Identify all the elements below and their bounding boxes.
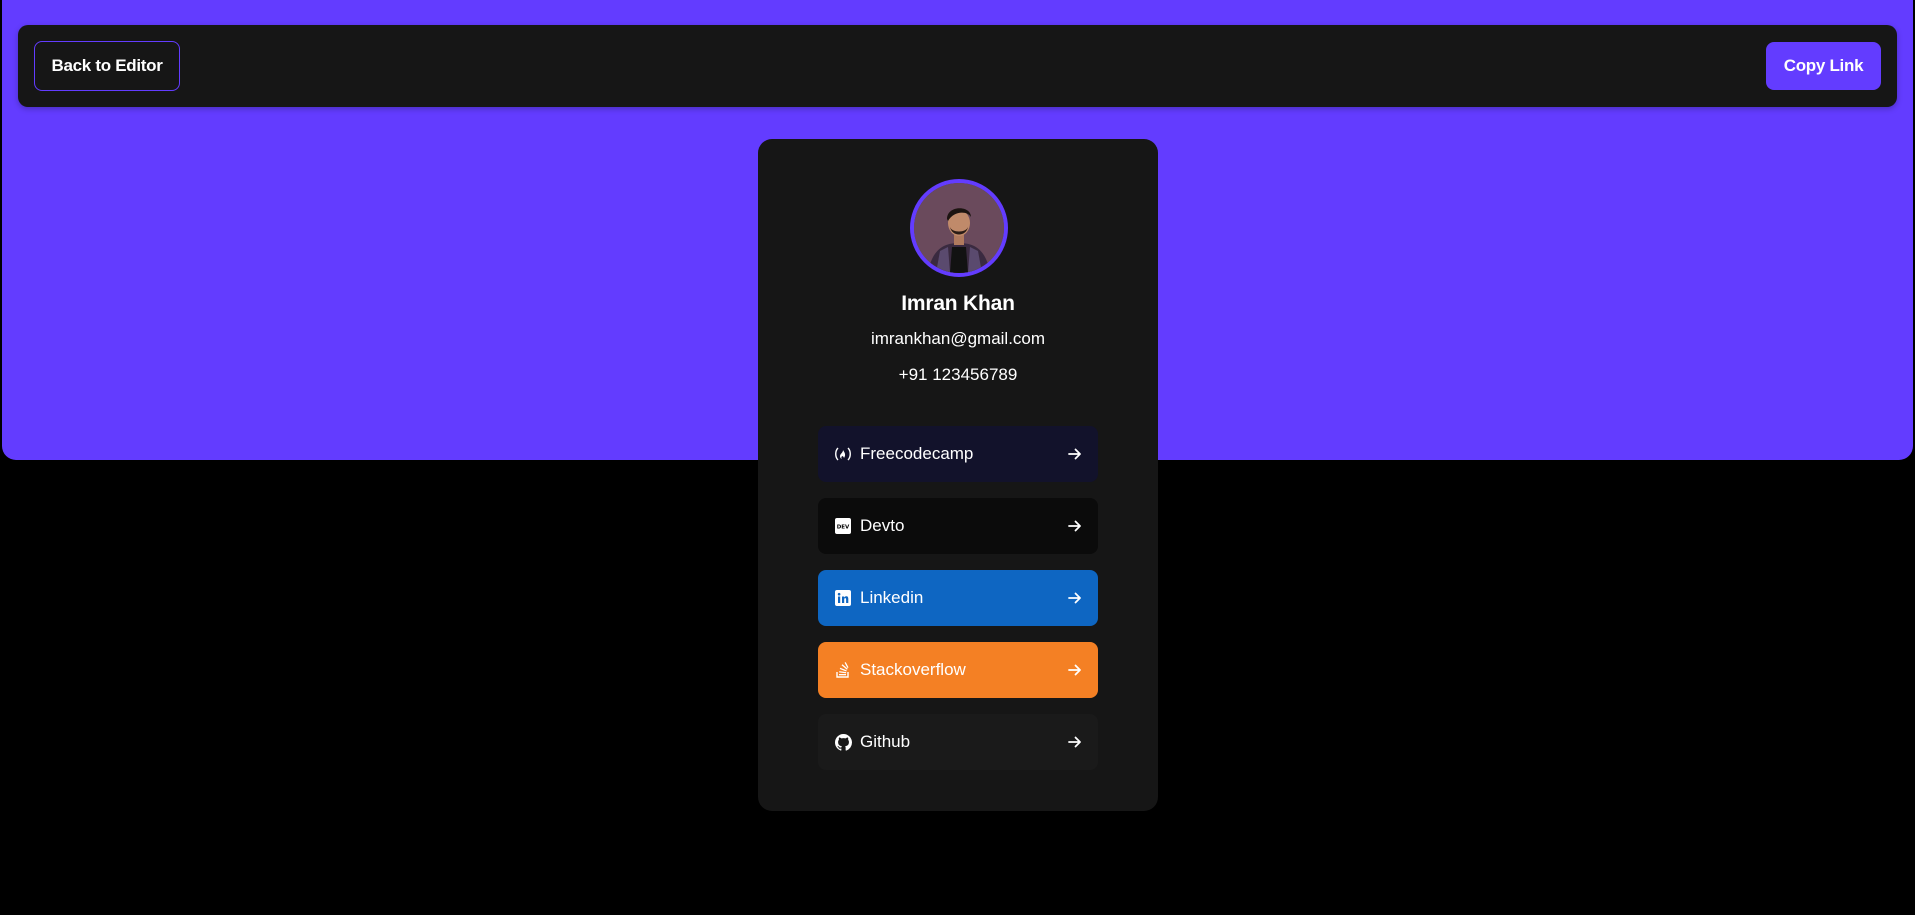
preview-header: Back to Editor Copy Link [18,25,1897,107]
link-stackoverflow[interactable]: Stackoverflow [818,642,1098,698]
arrow-right-icon [1066,445,1084,463]
linkedin-icon [834,589,852,607]
devto-icon: DEV [834,517,852,535]
avatar [910,179,1008,277]
link-devto[interactable]: DEV Devto [818,498,1098,554]
stackoverflow-icon [834,661,852,679]
profile-phone: +91 123456789 [898,365,1018,384]
link-label: Stackoverflow [860,660,966,679]
link-github[interactable]: Github [818,714,1098,770]
arrow-right-icon [1066,517,1084,535]
profile-name: Imran Khan [901,292,1015,315]
back-to-editor-button[interactable]: Back to Editor [34,41,180,91]
link-freecodecamp[interactable]: Freecodecamp [818,426,1098,482]
freecodecamp-icon [834,445,852,463]
link-label: Github [860,732,911,751]
arrow-right-icon [1066,589,1084,607]
github-icon [834,733,852,751]
profile-card: Imran Khan imrankhan@gmail.com +91 12345… [758,139,1158,811]
profile-email: imrankhan@gmail.com [870,329,1046,348]
arrow-right-icon [1066,733,1084,751]
copy-link-button[interactable]: Copy Link [1766,42,1881,90]
arrow-right-icon [1066,661,1084,679]
link-label: Linkedin [860,588,924,607]
svg-text:DEV: DEV [837,525,850,531]
link-linkedin[interactable]: Linkedin [818,570,1098,626]
link-label: Freecodecamp [860,444,974,463]
link-label: Devto [860,516,905,535]
